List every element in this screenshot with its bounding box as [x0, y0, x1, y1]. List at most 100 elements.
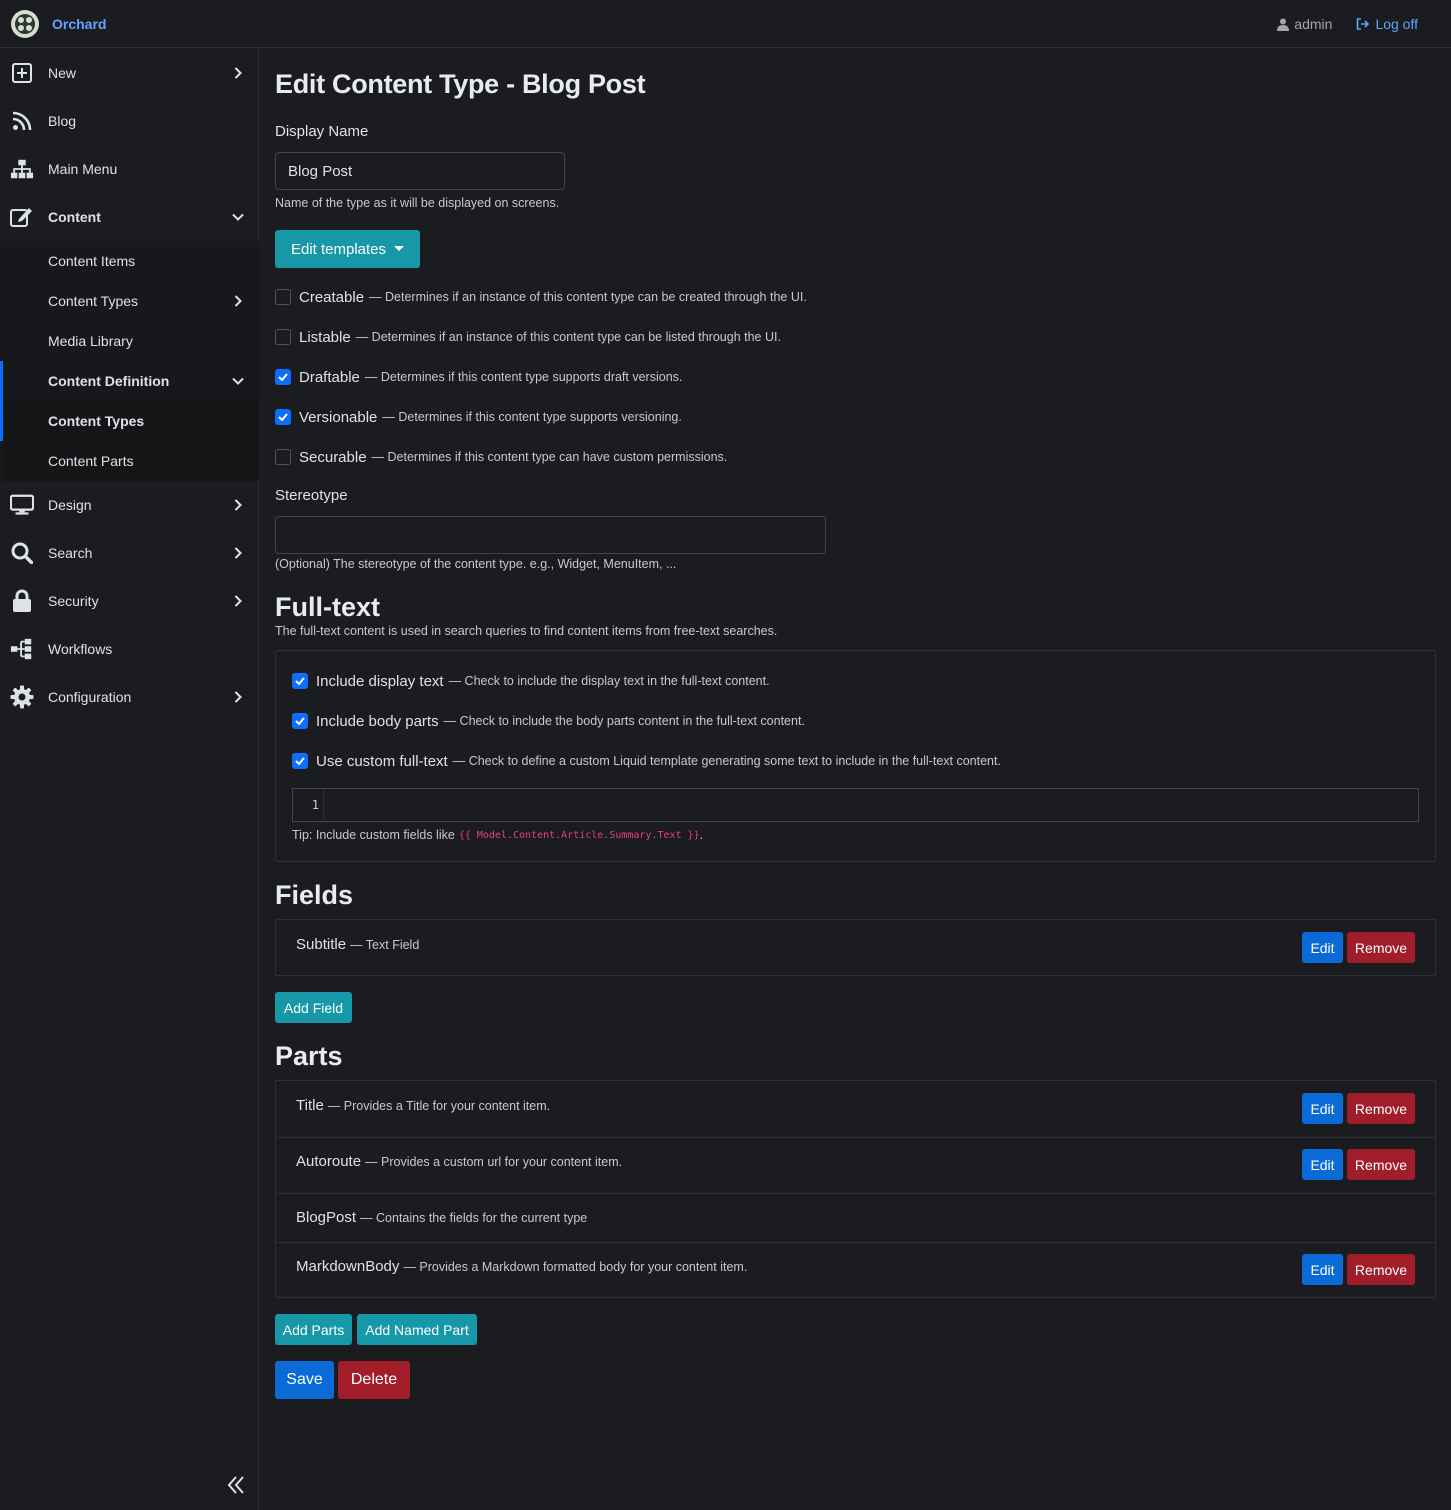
chevron-down-icon	[232, 211, 244, 223]
sidebar-item-label: Content	[48, 209, 101, 225]
sign-out-icon	[1357, 18, 1370, 30]
save-button[interactable]: Save	[275, 1361, 334, 1399]
sidebar-item-content-definition[interactable]: Content Definition	[0, 361, 259, 401]
option-label: Include body parts	[316, 712, 439, 730]
sidebar-item-label: Content Parts	[48, 453, 134, 469]
edit-part-button[interactable]: Edit	[1302, 1149, 1343, 1180]
divider	[276, 1193, 1435, 1194]
edit-part-button[interactable]: Edit	[1302, 1254, 1343, 1285]
edit-icon	[10, 205, 34, 229]
sidebar-item-label: Content Items	[48, 253, 136, 269]
part-row-title: Title — Provides a Title for your conten…	[296, 1097, 550, 1114]
sidebar-item-main-menu[interactable]: Main Menu	[0, 145, 259, 193]
option-label: Use custom full-text	[316, 752, 448, 770]
field-name: Subtitle	[296, 936, 347, 953]
remove-field-button[interactable]: Remove	[1347, 932, 1415, 963]
field-row-subtitle: Subtitle — Text Field	[296, 936, 419, 953]
edit-part-button[interactable]: Edit	[1302, 1093, 1343, 1124]
sidebar-item-content-parts[interactable]: Content Parts	[0, 441, 259, 481]
part-row-markdownbody: MarkdownBody — Provides a Markdown forma…	[296, 1258, 747, 1275]
caret-down-icon	[394, 246, 405, 251]
edit-templates-button[interactable]: Edit templates	[275, 230, 420, 268]
sidebar-item-label: Content Types	[48, 413, 145, 429]
option-desc: — Determines if this content type suppor…	[382, 410, 682, 424]
include-display-text-checkbox[interactable]	[292, 673, 308, 689]
option-desc: — Determines if this content type suppor…	[364, 370, 683, 384]
sidebar-item-configuration[interactable]: Configuration	[0, 673, 259, 721]
fields-list: Subtitle — Text Field Edit Remove	[275, 919, 1436, 976]
versionable-checkbox[interactable]	[275, 409, 291, 425]
sidebar-item-new[interactable]: New	[0, 49, 259, 97]
option-draftable: Draftable — Determines if this content t…	[275, 367, 682, 387]
part-row-autoroute: Autoroute — Provides a custom url for yo…	[296, 1153, 622, 1170]
liquid-template-editor[interactable]: 1	[292, 788, 1419, 822]
sidebar-item-label: Content Definition	[48, 373, 170, 389]
option-listable: Listable — Determines if an instance of …	[275, 327, 781, 347]
field-desc: — Text Field	[350, 938, 420, 952]
part-row-blogpost: BlogPost — Contains the fields for the c…	[296, 1209, 587, 1226]
sidebar-item-search[interactable]: Search	[0, 529, 259, 577]
use-custom-fulltext-checkbox[interactable]	[292, 753, 308, 769]
delete-button[interactable]: Delete	[338, 1361, 410, 1399]
chevron-down-icon	[232, 375, 244, 387]
tip-suffix: .	[699, 828, 704, 842]
add-parts-button[interactable]: Add Parts	[275, 1314, 352, 1345]
collapse-sidebar-button[interactable]	[225, 1474, 247, 1496]
sidebar-item-security[interactable]: Security	[0, 577, 259, 625]
brand[interactable]: Orchard	[0, 9, 106, 38]
creatable-checkbox[interactable]	[275, 289, 291, 305]
edit-field-button[interactable]: Edit	[1302, 932, 1343, 963]
check-icon	[278, 373, 288, 381]
edit-templates-label: Edit templates	[290, 240, 387, 258]
sidebar-item-content-items[interactable]: Content Items	[0, 241, 259, 281]
sidebar-item-label: Workflows	[48, 641, 113, 657]
sidebar-item-content-types[interactable]: Content Types	[0, 281, 259, 321]
brand-name[interactable]: Orchard	[52, 16, 106, 32]
sidebar-item-content[interactable]: Content	[0, 193, 259, 241]
tip-text: Tip: Include custom fields like	[292, 828, 455, 842]
option-desc: — Check to include the body parts conten…	[443, 714, 805, 728]
fields-heading: Fields	[275, 880, 354, 910]
sidebar-item-label: Main Menu	[48, 161, 118, 177]
sidebar-item-definition-content-types[interactable]: Content Types	[0, 401, 259, 441]
top-navbar: Orchard admin Log off	[0, 0, 1451, 48]
option-label: Creatable	[299, 288, 365, 306]
option-label: Include display text	[316, 672, 444, 690]
option-desc: — Check to define a custom Liquid templa…	[452, 754, 1001, 768]
parts-heading: Parts	[275, 1041, 343, 1071]
check-icon	[278, 413, 288, 421]
remove-part-button[interactable]: Remove	[1347, 1254, 1415, 1285]
sidebar-item-blog[interactable]: Blog	[0, 97, 259, 145]
securable-checkbox[interactable]	[275, 449, 291, 465]
sidebar-item-design[interactable]: Design	[0, 481, 259, 529]
remove-part-button[interactable]: Remove	[1347, 1149, 1415, 1180]
sidebar-item-label: Media Library	[48, 333, 133, 349]
cog-icon	[10, 685, 34, 709]
fulltext-option-custom: Use custom full-text — Check to define a…	[292, 751, 1001, 771]
draftable-checkbox[interactable]	[275, 369, 291, 385]
listable-checkbox[interactable]	[275, 329, 291, 345]
part-name: BlogPost	[296, 1209, 357, 1226]
editor-line-number: 1	[293, 789, 324, 821]
option-creatable: Creatable — Determines if an instance of…	[275, 287, 807, 307]
sidebar-item-workflows[interactable]: Workflows	[0, 625, 259, 673]
add-field-button[interactable]: Add Field	[275, 992, 352, 1023]
fulltext-panel: Include display text — Check to include …	[275, 650, 1436, 862]
divider	[276, 1242, 1435, 1243]
part-desc: — Provides a Markdown formatted body for…	[403, 1260, 748, 1274]
monitor-icon	[10, 493, 34, 517]
fulltext-description: The full-text content is used in search …	[275, 624, 778, 638]
option-label: Listable	[299, 328, 351, 346]
display-name-input[interactable]: Blog Post	[275, 152, 565, 190]
remove-part-button[interactable]: Remove	[1347, 1093, 1415, 1124]
stereotype-input[interactable]	[275, 516, 826, 554]
include-body-parts-checkbox[interactable]	[292, 713, 308, 729]
sidebar-item-media-library[interactable]: Media Library	[0, 321, 259, 361]
chevron-right-icon	[232, 691, 244, 703]
rss-icon	[10, 109, 34, 133]
fulltext-option-body-parts: Include body parts — Check to include th…	[292, 711, 805, 731]
add-named-part-button[interactable]: Add Named Part	[357, 1314, 477, 1345]
logoff-link[interactable]: Log off	[1356, 16, 1418, 32]
divider	[276, 1137, 1435, 1138]
user-menu[interactable]: admin	[1277, 16, 1332, 32]
